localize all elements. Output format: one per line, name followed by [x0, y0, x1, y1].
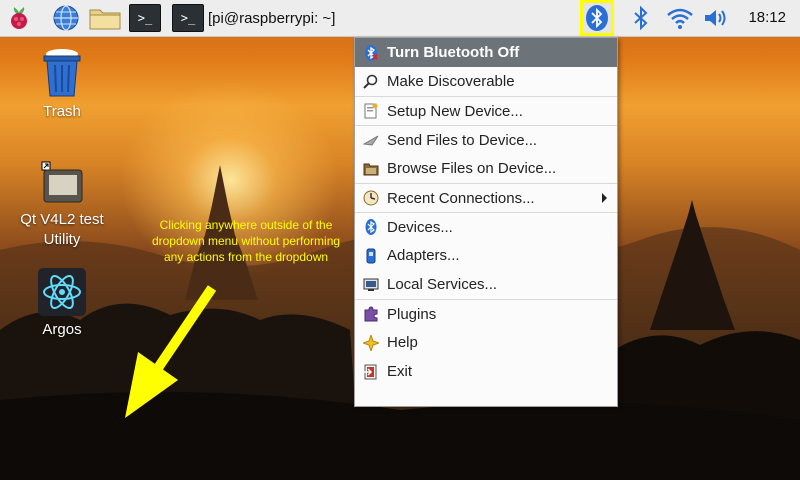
- desktop-icon-label: Trash: [43, 103, 81, 120]
- folder-icon: [363, 161, 379, 177]
- bluetooth-status-button[interactable]: [628, 3, 654, 33]
- menu-item-label: Turn Bluetooth Off: [387, 44, 520, 61]
- terminal-icon: >_: [172, 4, 204, 32]
- raspberry-pi-icon: [11, 7, 27, 29]
- help-icon: [363, 334, 379, 351]
- desktop-icon-argos[interactable]: Argos: [7, 268, 117, 340]
- bluetooth-icon: [634, 5, 648, 31]
- menu-item-make-discoverable[interactable]: Make Discoverable: [355, 67, 617, 96]
- clock[interactable]: 18:12: [748, 9, 786, 26]
- raspberry-menu-button[interactable]: [4, 3, 34, 33]
- menu-item-setup-new-device[interactable]: Setup New Device...: [355, 96, 617, 125]
- folder-icon: [89, 9, 121, 30]
- bluetooth-dropdown-menu: Turn Bluetooth Off Make Discoverable Set…: [354, 37, 618, 407]
- menu-item-adapters[interactable]: Adapters...: [355, 241, 617, 270]
- menu-item-local-services[interactable]: Local Services...: [355, 270, 617, 299]
- bluetooth-icon: [363, 219, 379, 235]
- menu-item-label: Recent Connections...: [387, 189, 535, 207]
- menu-item-label: Exit: [387, 363, 413, 380]
- taskbar-window-terminal[interactable]: >_ [pi@raspberrypi: ~]: [172, 3, 335, 33]
- menu-item-send-files[interactable]: Send Files to Device...: [355, 125, 617, 154]
- puzzle-icon: [363, 306, 379, 322]
- adapter-icon: [363, 248, 379, 264]
- bluetooth-icon: [586, 5, 608, 31]
- task-title: [pi@raspberrypi: ~]: [208, 9, 336, 27]
- menu-item-label: Help: [387, 334, 418, 351]
- desktop-icon-qt-v4l2[interactable]: Qt V4L2 test Utility: [7, 160, 117, 250]
- trash-icon: [43, 49, 81, 97]
- menu-item-label: Adapters...: [387, 247, 460, 264]
- menu-item-recent-connections[interactable]: Recent Connections...: [355, 183, 617, 212]
- recent-icon: [363, 190, 379, 206]
- menu-item-turn-bluetooth-off[interactable]: Turn Bluetooth Off: [355, 38, 617, 67]
- volume-button[interactable]: [702, 3, 732, 33]
- terminal-launcher-button[interactable]: >_: [128, 3, 162, 33]
- menu-item-label: Make Discoverable: [387, 73, 515, 90]
- menu-item-label: Devices...: [387, 218, 453, 236]
- bluetooth-tray-button-highlighted[interactable]: [580, 0, 614, 36]
- bluetooth-off-icon: [363, 44, 379, 61]
- send-files-icon: [363, 132, 379, 148]
- menu-item-plugins[interactable]: Plugins: [355, 299, 617, 328]
- wifi-icon: [667, 8, 693, 29]
- menu-item-devices[interactable]: Devices...: [355, 212, 617, 241]
- menu-item-label: Plugins: [387, 305, 437, 323]
- exit-icon: [363, 364, 379, 380]
- setup-wizard-icon: [363, 103, 379, 119]
- menu-item-exit[interactable]: Exit: [355, 357, 617, 386]
- menu-item-label: Local Services...: [387, 276, 498, 293]
- menu-item-browse-files[interactable]: Browse Files on Device...: [355, 154, 617, 183]
- terminal-icon: >_: [129, 4, 161, 32]
- services-icon: [363, 277, 379, 293]
- webcam-icon: [41, 161, 83, 203]
- web-browser-button[interactable]: [50, 3, 82, 33]
- desktop-icon-label: Argos: [42, 321, 82, 338]
- annotation-text: Clicking anywhere outside of the dropdow…: [151, 218, 341, 264]
- menu-item-label: Setup New Device...: [387, 102, 523, 120]
- file-manager-button[interactable]: [88, 3, 122, 33]
- desktop-icon-label: Qt V4L2 test Utility: [20, 211, 104, 248]
- taskbar: >_ >_ [pi@raspberrypi: ~] 18:12: [0, 0, 800, 37]
- search-icon: [363, 74, 379, 90]
- menu-item-label: Browse Files on Device...: [387, 160, 557, 177]
- desktop-icon-trash[interactable]: Trash: [7, 48, 117, 122]
- wifi-button[interactable]: [664, 3, 696, 33]
- submenu-arrow-icon: [602, 193, 607, 203]
- react-atom-icon: [38, 268, 86, 316]
- globe-icon: [53, 5, 79, 31]
- menu-item-label: Send Files to Device...: [387, 131, 538, 149]
- speaker-icon: [705, 10, 726, 26]
- menu-item-help[interactable]: Help: [355, 328, 617, 357]
